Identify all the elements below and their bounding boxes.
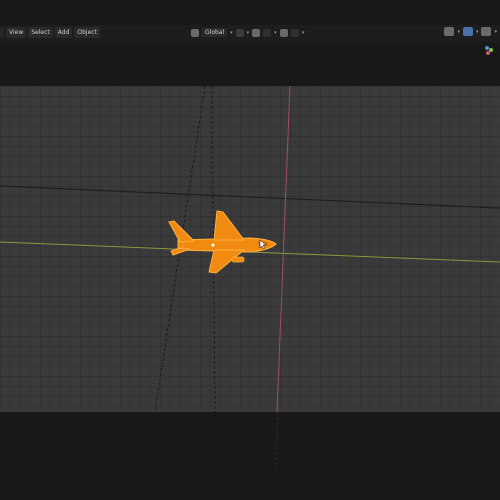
- chevron-down-icon: ▾: [230, 29, 233, 36]
- chevron-down-icon: ▾: [274, 29, 277, 36]
- transform-orientation-dropdown[interactable]: Global: [202, 28, 228, 37]
- chevron-down-icon: ▾: [475, 28, 479, 35]
- navigation-gizmo-icon[interactable]: [484, 45, 494, 55]
- snap-target-icon[interactable]: [263, 28, 272, 37]
- camera-frustum-line: [275, 411, 279, 471]
- proportional-editing-icon[interactable]: [279, 28, 288, 37]
- chevron-down-icon: ▾: [301, 29, 305, 36]
- editor-type-menu[interactable]: [0, 27, 4, 38]
- pivot-point-icon[interactable]: [235, 28, 244, 37]
- object-menu[interactable]: Object: [74, 27, 100, 38]
- transform-controls: Global ▾ ▾ ▾ ▾: [191, 28, 304, 37]
- view-menu[interactable]: View: [6, 27, 27, 38]
- snap-icon[interactable]: [252, 28, 261, 37]
- 3d-viewport[interactable]: [0, 86, 500, 412]
- chevron-down-icon: ▾: [457, 28, 460, 35]
- header-menu-bar: View Select Add Object: [0, 27, 100, 40]
- gizmo-toggle-icon[interactable]: [462, 27, 473, 36]
- select-menu[interactable]: Select: [28, 27, 53, 38]
- overlays-icon[interactable]: [481, 27, 492, 36]
- viewport-shading-controls: ▾ ▾ ▾: [444, 27, 497, 36]
- add-menu[interactable]: Add: [54, 27, 73, 38]
- falloff-icon[interactable]: [290, 28, 299, 37]
- transform-orientation-icon: [191, 28, 199, 37]
- chevron-down-icon: ▾: [494, 28, 497, 35]
- chevron-down-icon: ▾: [246, 29, 250, 36]
- visibility-icon[interactable]: [444, 27, 455, 36]
